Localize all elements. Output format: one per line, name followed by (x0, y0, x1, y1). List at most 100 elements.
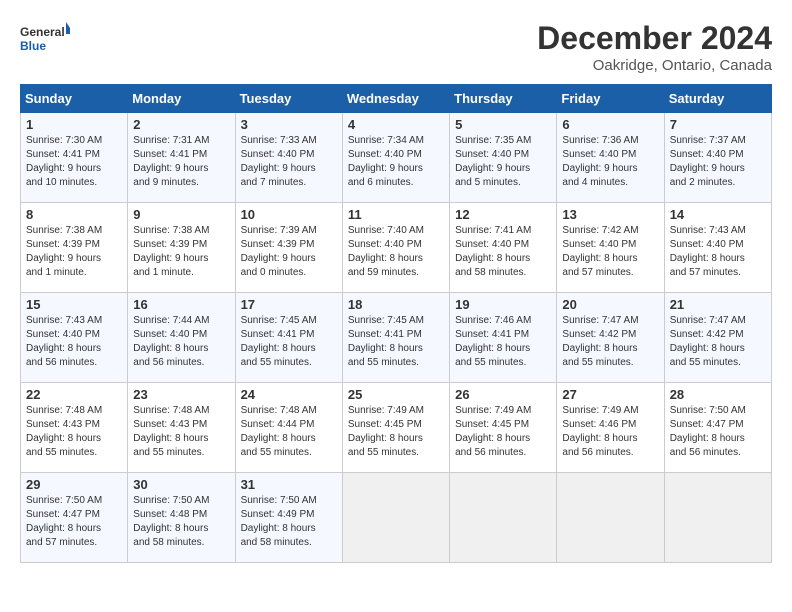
day-info: Sunrise: 7:50 AMSunset: 4:47 PMDaylight:… (26, 495, 102, 548)
day-info: Sunrise: 7:39 AMSunset: 4:39 PMDaylight:… (241, 225, 317, 278)
day-number: 5 (455, 117, 551, 132)
day-info: Sunrise: 7:36 AMSunset: 4:40 PMDaylight:… (562, 135, 638, 188)
calendar-table: Sunday Monday Tuesday Wednesday Thursday… (20, 84, 772, 563)
day-info: Sunrise: 7:50 AMSunset: 4:49 PMDaylight:… (241, 495, 317, 548)
calendar-cell: 9 Sunrise: 7:38 AMSunset: 4:39 PMDaylight… (128, 203, 235, 293)
day-info: Sunrise: 7:37 AMSunset: 4:40 PMDaylight:… (670, 135, 746, 188)
calendar-cell: 13 Sunrise: 7:42 AMSunset: 4:40 PMDayligh… (557, 203, 664, 293)
calendar-cell: 31Sunrise: 7:50 AMSunset: 4:49 PMDayligh… (235, 473, 342, 563)
calendar-cell: 7 Sunrise: 7:37 AMSunset: 4:40 PMDaylight… (664, 113, 771, 203)
calendar-cell: 3Sunrise: 7:33 AMSunset: 4:40 PMDaylight… (235, 113, 342, 203)
day-number: 29 (26, 477, 122, 492)
calendar-cell: 14 Sunrise: 7:43 AMSunset: 4:40 PMDayligh… (664, 203, 771, 293)
header-saturday: Saturday (664, 85, 771, 113)
calendar-cell: 15 Sunrise: 7:43 AMSunset: 4:40 PMDayligh… (21, 293, 128, 383)
day-number: 22 (26, 387, 122, 402)
day-info: Sunrise: 7:45 AMSunset: 4:41 PMDaylight:… (348, 315, 424, 368)
svg-text:General: General (20, 25, 65, 39)
calendar-cell: 22 Sunrise: 7:48 AMSunset: 4:43 PMDayligh… (21, 383, 128, 473)
calendar-cell: 16 Sunrise: 7:44 AMSunset: 4:40 PMDayligh… (128, 293, 235, 383)
day-info: Sunrise: 7:43 AMSunset: 4:40 PMDaylight:… (670, 225, 746, 278)
title-block: December 2024 Oakridge, Ontario, Canada (537, 20, 772, 74)
day-number: 8 (26, 207, 122, 222)
logo: General Blue (20, 20, 70, 58)
calendar-cell: 30 Sunrise: 7:50 AMSunset: 4:48 PMDayligh… (128, 473, 235, 563)
day-info: Sunrise: 7:46 AMSunset: 4:41 PMDaylight:… (455, 315, 531, 368)
day-number: 16 (133, 297, 229, 312)
header-monday: Monday (128, 85, 235, 113)
calendar-cell (557, 473, 664, 563)
day-number: 25 (348, 387, 444, 402)
calendar-cell: 12 Sunrise: 7:41 AMSunset: 4:40 PMDayligh… (450, 203, 557, 293)
header-sunday: Sunday (21, 85, 128, 113)
day-info: Sunrise: 7:48 AMSunset: 4:43 PMDaylight:… (133, 405, 209, 458)
day-info: Sunrise: 7:41 AMSunset: 4:40 PMDaylight:… (455, 225, 531, 278)
day-info: Sunrise: 7:43 AMSunset: 4:40 PMDaylight:… (26, 315, 102, 368)
day-number: 14 (670, 207, 766, 222)
day-info: Sunrise: 7:48 AMSunset: 4:43 PMDaylight:… (26, 405, 102, 458)
day-number: 18 (348, 297, 444, 312)
calendar-week-1: 1 Sunrise: 7:30 AMSunset: 4:41 PMDaylight… (21, 113, 772, 203)
day-number: 23 (133, 387, 229, 402)
day-number: 24 (241, 387, 337, 402)
calendar-cell: 24 Sunrise: 7:48 AMSunset: 4:44 PMDayligh… (235, 383, 342, 473)
calendar-cell: 19 Sunrise: 7:46 AMSunset: 4:41 PMDayligh… (450, 293, 557, 383)
calendar-cell: 20 Sunrise: 7:47 AMSunset: 4:42 PMDayligh… (557, 293, 664, 383)
calendar-week-4: 22 Sunrise: 7:48 AMSunset: 4:43 PMDayligh… (21, 383, 772, 473)
day-info: Sunrise: 7:42 AMSunset: 4:40 PMDaylight:… (562, 225, 638, 278)
day-number: 20 (562, 297, 658, 312)
day-number: 27 (562, 387, 658, 402)
calendar-week-2: 8 Sunrise: 7:38 AMSunset: 4:39 PMDaylight… (21, 203, 772, 293)
calendar-week-5: 29 Sunrise: 7:50 AMSunset: 4:47 PMDayligh… (21, 473, 772, 563)
calendar-cell: 1 Sunrise: 7:30 AMSunset: 4:41 PMDaylight… (21, 113, 128, 203)
calendar-cell: 28Sunrise: 7:50 AMSunset: 4:47 PMDayligh… (664, 383, 771, 473)
day-info: Sunrise: 7:45 AMSunset: 4:41 PMDaylight:… (241, 315, 317, 368)
calendar-cell: 10 Sunrise: 7:39 AMSunset: 4:39 PMDayligh… (235, 203, 342, 293)
day-info: Sunrise: 7:38 AMSunset: 4:39 PMDaylight:… (26, 225, 102, 278)
day-number: 3 (241, 117, 337, 132)
day-number: 28 (670, 387, 766, 402)
day-number: 4 (348, 117, 444, 132)
day-number: 17 (241, 297, 337, 312)
header-tuesday: Tuesday (235, 85, 342, 113)
calendar-cell: 21Sunrise: 7:47 AMSunset: 4:42 PMDayligh… (664, 293, 771, 383)
calendar-week-3: 15 Sunrise: 7:43 AMSunset: 4:40 PMDayligh… (21, 293, 772, 383)
svg-text:Blue: Blue (20, 39, 46, 53)
day-info: Sunrise: 7:34 AMSunset: 4:40 PMDaylight:… (348, 135, 424, 188)
calendar-cell: 23 Sunrise: 7:48 AMSunset: 4:43 PMDayligh… (128, 383, 235, 473)
header-friday: Friday (557, 85, 664, 113)
day-info: Sunrise: 7:30 AMSunset: 4:41 PMDaylight:… (26, 135, 102, 188)
day-number: 7 (670, 117, 766, 132)
day-info: Sunrise: 7:40 AMSunset: 4:40 PMDaylight:… (348, 225, 424, 278)
month-title: December 2024 (537, 20, 772, 57)
day-info: Sunrise: 7:48 AMSunset: 4:44 PMDaylight:… (241, 405, 317, 458)
header-thursday: Thursday (450, 85, 557, 113)
day-info: Sunrise: 7:47 AMSunset: 4:42 PMDaylight:… (562, 315, 638, 368)
logo-svg: General Blue (20, 20, 70, 58)
day-info: Sunrise: 7:50 AMSunset: 4:48 PMDaylight:… (133, 495, 209, 548)
day-number: 30 (133, 477, 229, 492)
day-number: 12 (455, 207, 551, 222)
day-info: Sunrise: 7:38 AMSunset: 4:39 PMDaylight:… (133, 225, 209, 278)
days-header-row: Sunday Monday Tuesday Wednesday Thursday… (21, 85, 772, 113)
day-number: 13 (562, 207, 658, 222)
calendar-cell: 17 Sunrise: 7:45 AMSunset: 4:41 PMDayligh… (235, 293, 342, 383)
calendar-cell: 2Sunrise: 7:31 AMSunset: 4:41 PMDaylight… (128, 113, 235, 203)
header-wednesday: Wednesday (342, 85, 449, 113)
day-info: Sunrise: 7:31 AMSunset: 4:41 PMDaylight:… (133, 135, 209, 188)
day-number: 11 (348, 207, 444, 222)
day-number: 19 (455, 297, 551, 312)
day-number: 10 (241, 207, 337, 222)
day-info: Sunrise: 7:44 AMSunset: 4:40 PMDaylight:… (133, 315, 209, 368)
day-number: 6 (562, 117, 658, 132)
day-info: Sunrise: 7:49 AMSunset: 4:45 PMDaylight:… (348, 405, 424, 458)
day-number: 1 (26, 117, 122, 132)
day-number: 9 (133, 207, 229, 222)
calendar-cell (664, 473, 771, 563)
calendar-cell (342, 473, 449, 563)
calendar-cell: 8 Sunrise: 7:38 AMSunset: 4:39 PMDaylight… (21, 203, 128, 293)
calendar-cell: 6 Sunrise: 7:36 AMSunset: 4:40 PMDaylight… (557, 113, 664, 203)
day-number: 15 (26, 297, 122, 312)
day-info: Sunrise: 7:49 AMSunset: 4:45 PMDaylight:… (455, 405, 531, 458)
calendar-cell: 29 Sunrise: 7:50 AMSunset: 4:47 PMDayligh… (21, 473, 128, 563)
